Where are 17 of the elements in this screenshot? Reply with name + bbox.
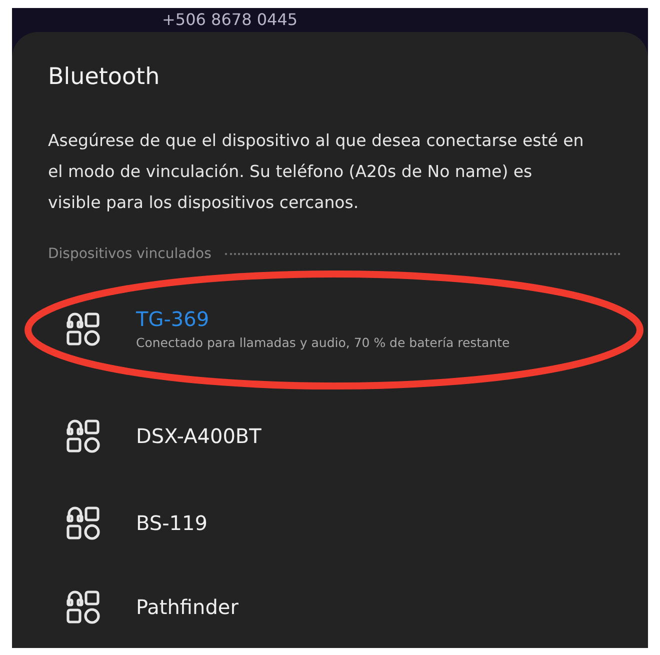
device-name: DSX-A400BT bbox=[136, 423, 262, 450]
dialog-description: Asegúrese de que el dispositivo al que desea conectarse esté en el modo de vinculación. Su teléfono (A20s de No name) es visible para los dispositivos cercanos. bbox=[48, 130, 585, 214]
device-name: Pathfinder bbox=[136, 594, 238, 620]
device-name: TG-369 bbox=[136, 306, 210, 334]
device-icon bbox=[66, 419, 100, 453]
device-status: Conectado para llamadas y audio, 70 % de batería restante bbox=[136, 334, 510, 352]
device-item[interactable]: TG-369 Conectado para llamadas y audio, 70 % de batería restante bbox=[48, 264, 620, 392]
dialog-title: Bluetooth bbox=[48, 63, 161, 92]
device-name: BS-119 bbox=[136, 510, 208, 537]
section-title: Dispositivos vinculados bbox=[48, 244, 212, 264]
caller-number: +506 8678 0445 bbox=[162, 10, 298, 30]
device-item[interactable]: BS-119 bbox=[48, 480, 620, 566]
device-icon bbox=[66, 506, 100, 540]
device-item[interactable]: Pathfinder bbox=[48, 566, 620, 646]
device-icon bbox=[66, 312, 100, 346]
device-item[interactable]: DSX-A400BT bbox=[48, 392, 620, 480]
device-icon bbox=[66, 590, 100, 624]
